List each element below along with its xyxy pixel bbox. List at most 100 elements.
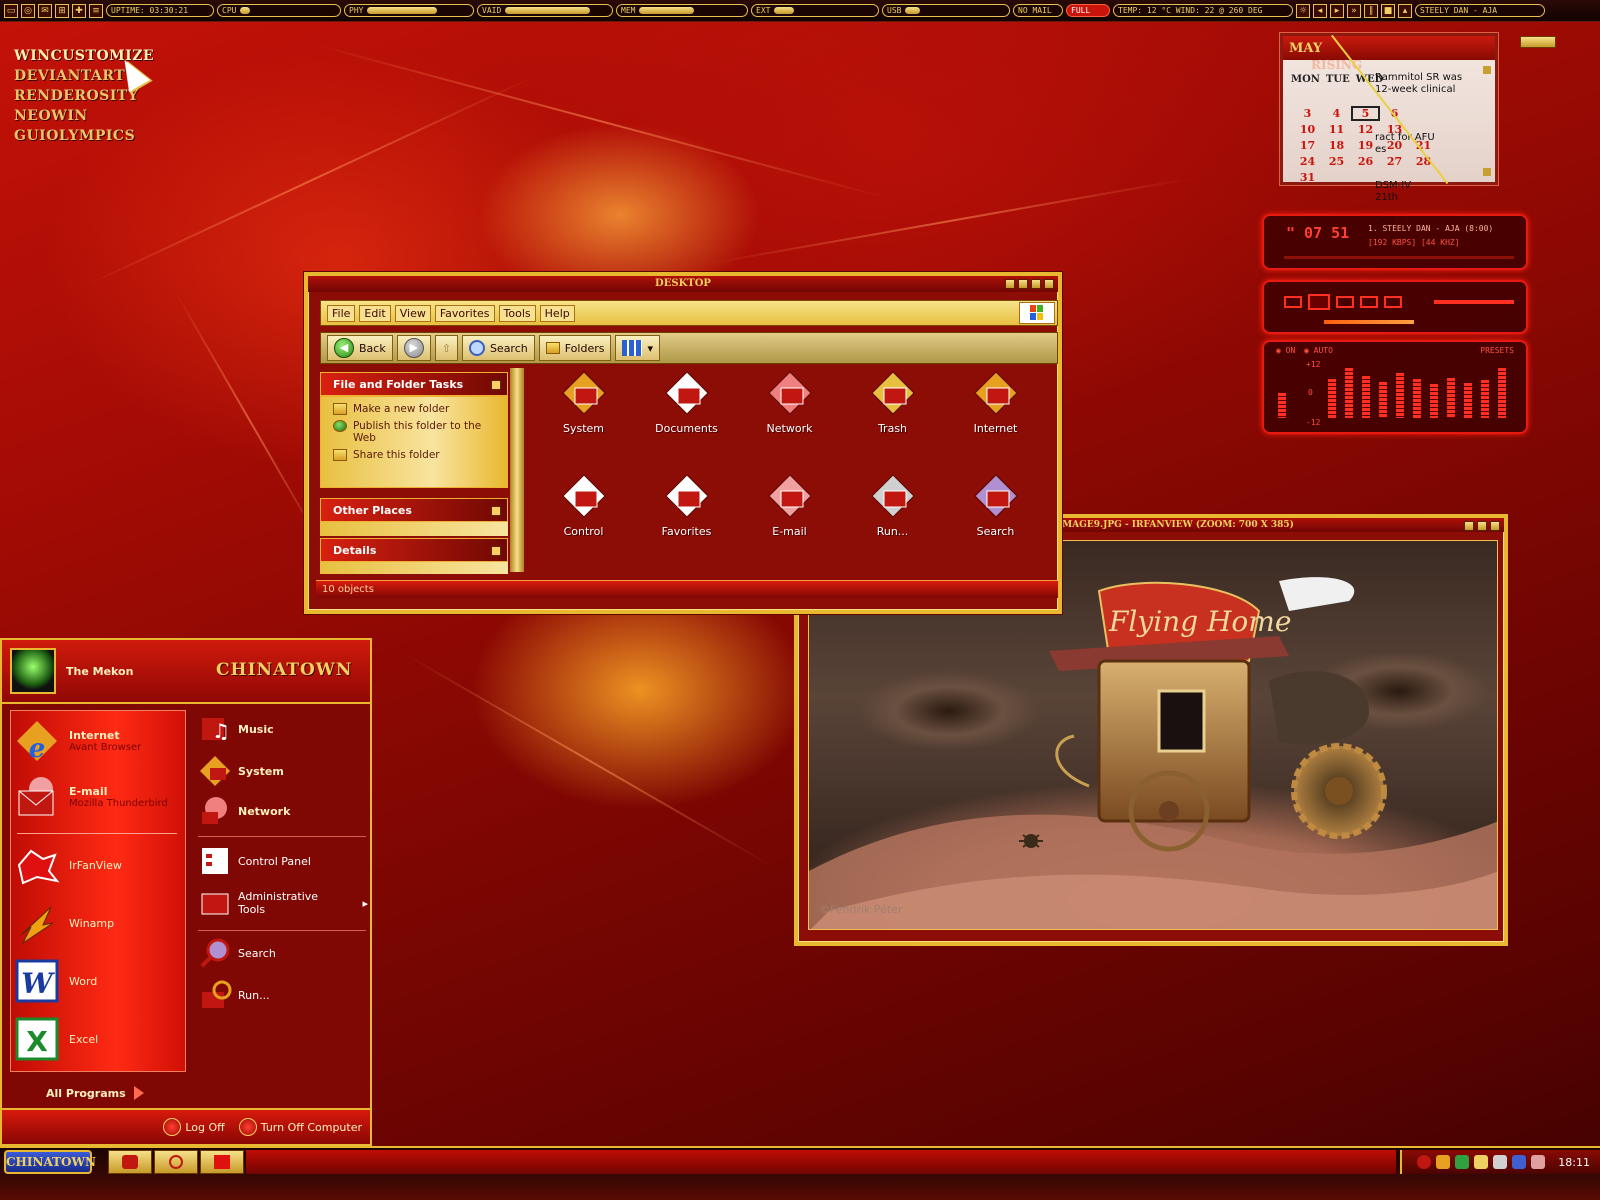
program-email[interactable]: E-mail Mozilla Thunderbird — [13, 771, 168, 823]
up-folder-button[interactable]: ⇧ — [434, 335, 458, 361]
play-button[interactable] — [1308, 294, 1330, 310]
tray-pen-icon[interactable] — [1436, 1155, 1451, 1169]
program-word[interactable]: W Word — [13, 955, 97, 1007]
volume-slider[interactable] — [1434, 300, 1514, 304]
desktop-item-run[interactable]: Run... — [841, 473, 944, 576]
eq-band[interactable] — [1430, 384, 1438, 418]
eq-band[interactable] — [1464, 383, 1472, 418]
tray-messenger-icon[interactable] — [1531, 1155, 1546, 1169]
desktop-item-system[interactable]: System — [532, 370, 635, 473]
eq-auto-toggle[interactable]: ◉ AUTO — [1304, 346, 1333, 355]
eq-band[interactable] — [1379, 382, 1387, 418]
minimize-button[interactable] — [1464, 521, 1474, 531]
desktop-item-trash[interactable]: Trash — [841, 370, 944, 473]
close-button[interactable] — [1044, 279, 1054, 289]
other-places-header[interactable]: Other Places — [320, 498, 508, 522]
mail-icon[interactable]: ✉ — [38, 3, 52, 18]
settings-gear-icon[interactable]: ☼ — [1296, 3, 1310, 18]
desktop-item-control[interactable]: Control — [532, 473, 635, 576]
settings-icon[interactable]: ✚ — [72, 3, 86, 18]
menu-file[interactable]: File — [327, 304, 356, 322]
link-guiolympics[interactable]: GUIOLYMPICS — [14, 126, 154, 146]
balance-slider[interactable] — [1324, 320, 1414, 324]
log-off-button[interactable]: Log Off — [163, 1118, 225, 1136]
forward-button[interactable]: ▶ — [396, 335, 431, 361]
pause-button[interactable] — [1336, 296, 1354, 308]
eq-presets-button[interactable]: PRESETS — [1480, 346, 1514, 355]
stop-button[interactable] — [1360, 296, 1378, 308]
folder-icon[interactable]: ▭ — [4, 3, 18, 18]
place-run[interactable]: Run... — [198, 978, 270, 1012]
eq-band[interactable] — [1362, 376, 1370, 418]
stop-icon[interactable]: ■ — [1381, 3, 1395, 18]
maximize-button[interactable] — [1018, 279, 1028, 289]
views-button[interactable]: ▾ — [615, 335, 660, 361]
calendar-date[interactable]: 17 — [1293, 138, 1322, 153]
place-music[interactable]: ♫ Music — [198, 712, 274, 746]
disk-icon[interactable]: ◎ — [21, 3, 35, 18]
place-system[interactable]: System — [198, 754, 284, 788]
place-admin-tools[interactable]: Administrative Tools ▸ — [198, 886, 368, 920]
task-share-folder[interactable]: Share this folder — [333, 449, 499, 461]
turn-off-button[interactable]: Turn Off Computer — [238, 1118, 362, 1136]
play-icon[interactable]: ▸ — [1330, 3, 1344, 18]
all-programs-button[interactable]: All Programs — [46, 1086, 144, 1100]
task-publish-web[interactable]: Publish this folder to the Web — [333, 420, 499, 444]
place-control-panel[interactable]: Control Panel — [198, 844, 311, 878]
tray-arrow-icon[interactable] — [1417, 1155, 1432, 1169]
calendar-date[interactable]: 3 — [1293, 106, 1322, 121]
network-icon[interactable]: ⊞ — [55, 3, 69, 18]
calendar-scroll-down-icon[interactable] — [1483, 168, 1491, 176]
tray-tree-icon[interactable] — [1455, 1155, 1470, 1169]
explorer-title-bar[interactable]: DESKTOP — [308, 276, 1058, 292]
desktop-item-email[interactable]: E-mail — [738, 473, 841, 576]
menu-view[interactable]: View — [394, 304, 431, 322]
eq-band[interactable] — [1278, 393, 1286, 418]
eq-on-toggle[interactable]: ◉ ON — [1276, 346, 1295, 355]
desktop-item-documents[interactable]: Documents — [635, 370, 738, 473]
file-folder-tasks-header[interactable]: File and Folder Tasks — [320, 372, 508, 396]
search-button[interactable]: Search — [461, 335, 535, 361]
program-irfanview[interactable]: IrFanView — [13, 839, 122, 891]
calendar-date[interactable]: 18 — [1322, 138, 1351, 153]
desktop-item-internet[interactable]: Internet — [944, 370, 1047, 473]
next-track-icon[interactable]: » — [1347, 3, 1361, 18]
start-button[interactable]: CHINATOWN — [4, 1150, 96, 1174]
clock[interactable]: 18:11 — [1558, 1156, 1590, 1169]
place-search[interactable]: Search — [198, 936, 276, 970]
next-button[interactable] — [1384, 296, 1402, 308]
eq-band[interactable] — [1328, 379, 1336, 418]
quicklaunch-network[interactable] — [200, 1150, 244, 1174]
eq-band[interactable] — [1481, 380, 1489, 418]
menu-tools[interactable]: Tools — [498, 304, 536, 322]
calendar-date[interactable] — [1322, 170, 1351, 185]
calendar-date[interactable]: 24 — [1293, 154, 1322, 169]
program-internet[interactable]: e Internet Avant Browser — [13, 715, 141, 767]
task-make-folder[interactable]: Make a new folder — [333, 403, 499, 415]
calendar-date[interactable]: 25 — [1322, 154, 1351, 169]
place-network[interactable]: Network — [198, 794, 290, 828]
task-pane-scrollbar[interactable] — [510, 368, 524, 572]
minimize-button[interactable] — [1005, 279, 1015, 289]
tray-network-icon[interactable] — [1512, 1155, 1527, 1169]
calendar-date[interactable]: 10 — [1293, 122, 1322, 137]
menu-edit[interactable]: Edit — [359, 304, 391, 322]
eq-band[interactable] — [1447, 378, 1455, 418]
now-playing[interactable]: STEELY DAN - AJA — [1415, 4, 1545, 17]
mail-status[interactable]: NO MAIL — [1013, 4, 1063, 17]
pause-icon[interactable]: ∥ — [1364, 3, 1378, 18]
eq-band[interactable] — [1396, 373, 1404, 418]
toggle-widget-button[interactable] — [1520, 36, 1556, 48]
program-excel[interactable]: X Excel — [13, 1013, 98, 1065]
eject-icon[interactable]: ▴ — [1398, 3, 1412, 18]
desktop-item-network[interactable]: Network — [738, 370, 841, 473]
tray-za-icon[interactable] — [1474, 1155, 1489, 1169]
notes-icon[interactable]: ≡ — [89, 3, 103, 18]
restore-button[interactable] — [1031, 279, 1041, 289]
menu-help[interactable]: Help — [539, 304, 575, 322]
folders-button[interactable]: Folders — [538, 335, 612, 361]
calendar-date[interactable]: 31 — [1293, 170, 1322, 185]
calendar-date[interactable]: 11 — [1322, 122, 1351, 137]
prev-button[interactable] — [1284, 296, 1302, 308]
link-neowin[interactable]: NEOWIN — [14, 106, 154, 126]
